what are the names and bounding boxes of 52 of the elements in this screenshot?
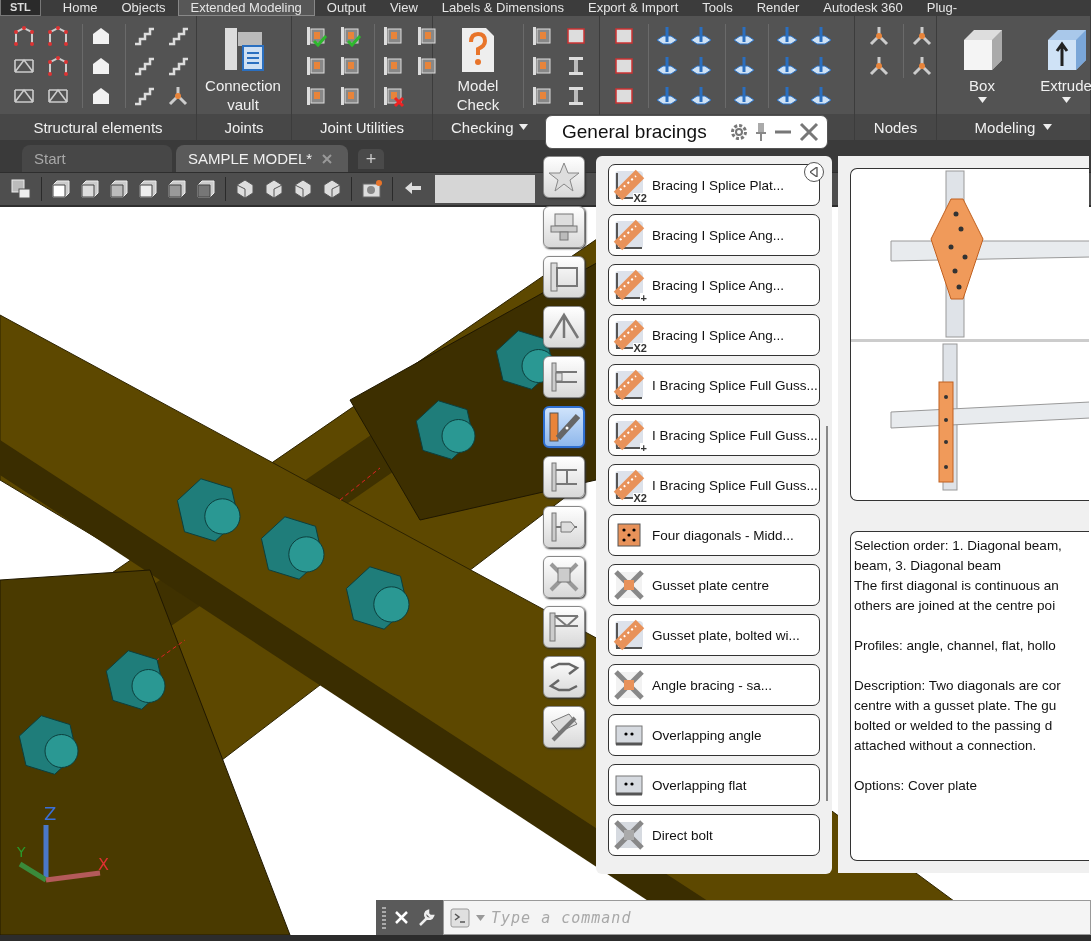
ribbon-tab[interactable]: Tools — [690, 0, 745, 16]
ribbon-button[interactable]: Box — [943, 24, 1021, 103]
document-tab[interactable]: SAMPLE MODEL* — [176, 145, 348, 172]
description-text: Description: Two diagonals are cor centre with a gusset plate. The gu bolted or welded to the passing d attached without a connection. — [854, 677, 1062, 755]
connection-item[interactable]: Gusset plate, bolted wi... — [608, 614, 820, 656]
description-text: Options: Cover plate — [854, 777, 979, 795]
ribbon-tab[interactable]: Plug- — [914, 0, 970, 16]
ribbon-tab[interactable]: Objects — [109, 0, 178, 16]
axis-label: Y — [17, 844, 26, 860]
axis-label: X — [98, 855, 109, 874]
ribbon-button[interactable]: Model Check — [439, 24, 517, 114]
connection-item[interactable]: X2 Bracing I Splice Ang... — [608, 314, 820, 356]
description-text: Selection order: 1. Diagonal beam, beam, 3. Diagonal beam The first diagonal is continuous an others are joined at the centre poi — [854, 537, 1063, 615]
icon-label: X2 — [632, 493, 648, 504]
ribbon-tab[interactable]: Extended Modeling — [177, 0, 315, 16]
panel-title: Joints — [224, 118, 264, 136]
icon-label: X2 — [632, 343, 648, 354]
palette-title: General bracings — [562, 121, 708, 143]
panel-title: Structural elements — [33, 118, 163, 136]
panel-title: Nodes — [873, 118, 918, 136]
connection-item[interactable]: + Bracing I Splice Ang... — [608, 264, 820, 306]
ribbon-tab[interactable]: Render — [744, 0, 812, 16]
axis-label: Z — [44, 803, 57, 824]
new-tab-button[interactable]: + — [358, 149, 384, 169]
ribbon-tab[interactable]: Export & Import — [575, 0, 691, 16]
document-tab[interactable]: Start — [22, 145, 172, 172]
connection-item[interactable]: Gusset plate centre — [608, 564, 820, 606]
panel-title: Checking — [451, 118, 514, 136]
ribbon-tab[interactable]: View — [377, 0, 430, 16]
icon-label: + — [639, 443, 648, 454]
connection-item[interactable]: Overlapping flat — [608, 764, 820, 806]
connection-item[interactable]: + I Bracing Splice Full Guss... — [608, 414, 820, 456]
icon-label: X2 — [632, 193, 648, 204]
ribbon-button[interactable]: Connection vault — [203, 24, 283, 114]
panel-title: Modeling — [974, 118, 1036, 136]
app-menu-button[interactable]: STL — [0, 0, 41, 16]
connection-item[interactable]: Overlapping angle — [608, 714, 820, 756]
ribbon-button[interactable]: Extrude — [1027, 24, 1091, 103]
connection-item[interactable]: I Bracing Splice Full Guss... — [608, 364, 820, 406]
connection-item[interactable]: X2 I Bracing Splice Full Guss... — [608, 464, 820, 506]
connection-item[interactable]: X2 Bracing I Splice Plat... — [608, 164, 820, 206]
description-text: Profiles: angle, channel, flat, hollo — [854, 637, 1057, 655]
ribbon-tab[interactable]: Labels & Dimensions — [429, 0, 576, 16]
connection-item[interactable]: Angle bracing - sa... — [608, 664, 820, 706]
panel-title: Joint Utilities — [319, 118, 405, 136]
icon-label: + — [639, 293, 648, 304]
ribbon-tab[interactable]: Autodesk 360 — [811, 0, 915, 16]
ribbon-tab[interactable]: Home — [50, 0, 110, 16]
connection-item[interactable]: Bracing I Splice Ang... — [608, 214, 820, 256]
connection-item[interactable]: Direct bolt — [608, 814, 820, 856]
ribbon-tab[interactable]: Output — [314, 0, 378, 16]
connection-item[interactable]: Four diagonals - Midd... — [608, 514, 820, 556]
